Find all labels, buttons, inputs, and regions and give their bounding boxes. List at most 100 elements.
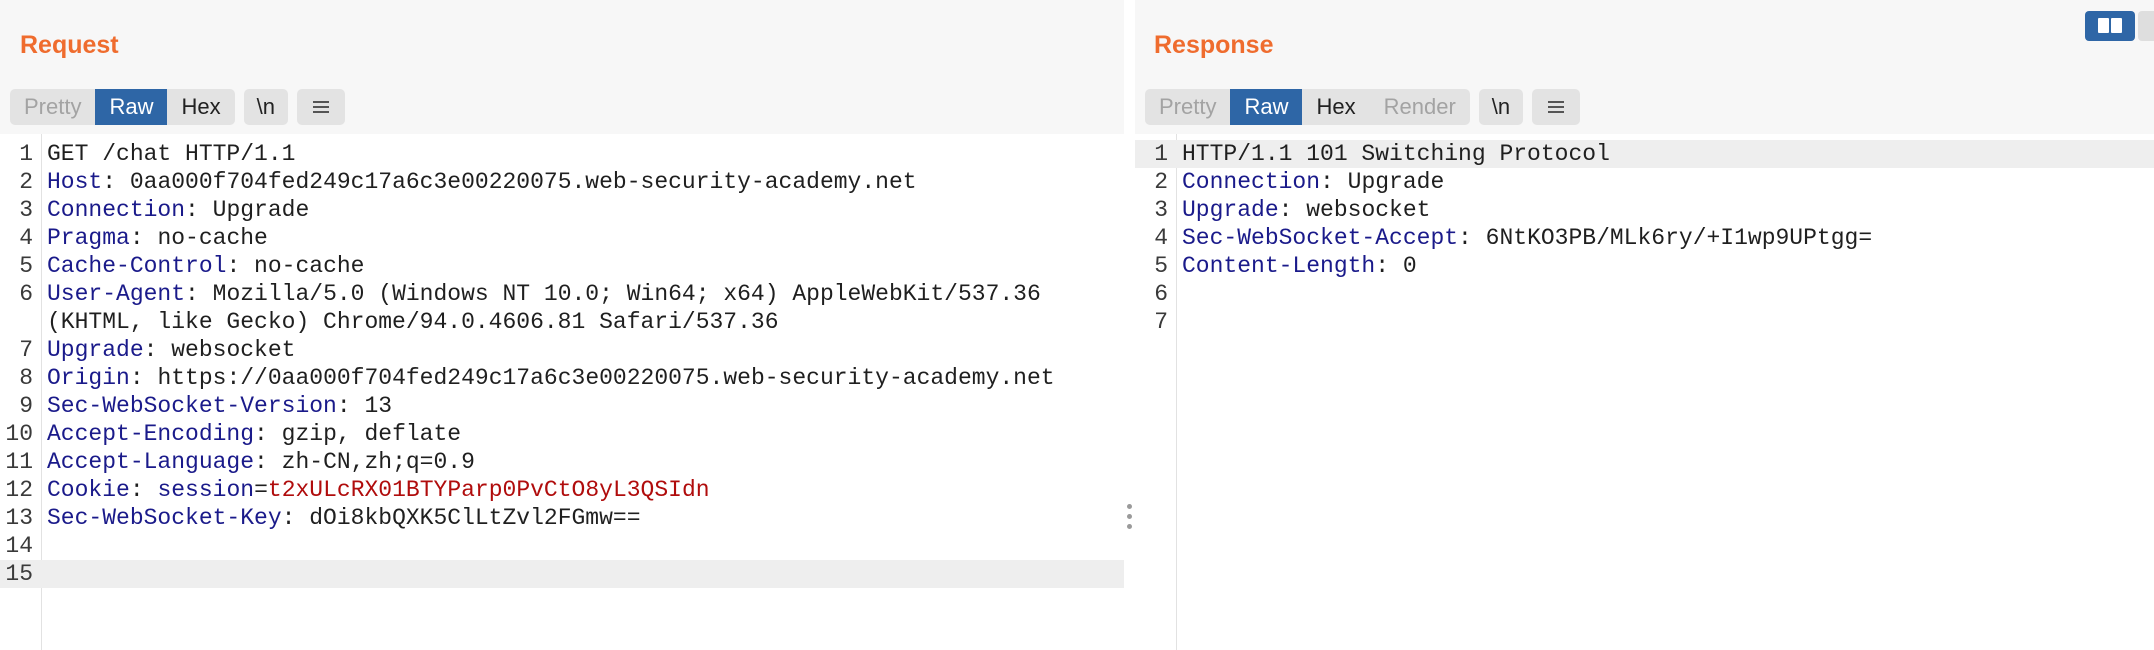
header-name: Cache-Control bbox=[47, 253, 227, 279]
tab-pretty[interactable]: Pretty bbox=[1145, 89, 1230, 125]
header-name: Accept-Encoding bbox=[47, 421, 255, 447]
line-number: 8 bbox=[19, 365, 33, 391]
tab-hex[interactable]: Hex bbox=[1302, 89, 1369, 125]
response-view-tabs: Pretty Raw Hex Render bbox=[1145, 89, 1470, 125]
header-value: 0aa000f704fed249c17a6c3e00220075.web-sec… bbox=[116, 169, 917, 195]
header-value: Upgrade bbox=[198, 197, 310, 223]
line-number: 3 bbox=[19, 197, 33, 223]
line-content: Pragma: no-cache bbox=[47, 225, 268, 251]
line-number: 13 bbox=[5, 505, 33, 531]
header-name: Sec-WebSocket-Accept bbox=[1182, 225, 1459, 251]
header-name: Connection bbox=[47, 197, 186, 223]
tab-pretty[interactable]: Pretty bbox=[10, 89, 95, 125]
code-line: 5 Content-Length: 0 bbox=[1135, 252, 2154, 280]
line-content: Sec-WebSocket-Accept: 6NtKO3PB/MLk6ry/+I… bbox=[1182, 225, 1873, 251]
code-line: 3 Upgrade: websocket bbox=[1135, 196, 2154, 224]
tab-hex[interactable]: Hex bbox=[167, 89, 234, 125]
pane-resize-handle[interactable] bbox=[1124, 502, 1135, 532]
line-content: HTTP/1.1 101 Switching Protocol bbox=[1182, 140, 1610, 168]
header-value: no-cache bbox=[143, 225, 268, 251]
line-content: Connection: Upgrade bbox=[47, 197, 310, 223]
code-line: 7 bbox=[1135, 308, 2154, 336]
cookie-value: t2xULcRX01BTYParp0PvCtO8yL3QSIdn bbox=[267, 477, 710, 503]
hamburger-menu-icon bbox=[312, 101, 329, 113]
header-value: no-cache bbox=[240, 253, 365, 279]
response-title: Response bbox=[1154, 31, 1274, 59]
cookie-name: session bbox=[157, 477, 255, 503]
header-name: Sec-WebSocket-Version bbox=[47, 393, 337, 419]
response-editor[interactable]: 1 HTTP/1.1 101 Switching Protocol 2 Connect… bbox=[1135, 134, 2154, 650]
code-line: 12 Cookie: session=t2xULcRX01BTYParp0PvCt… bbox=[0, 476, 1124, 504]
line-content: Accept-Encoding: gzip, deflate bbox=[47, 421, 462, 447]
header-name: Origin bbox=[47, 365, 130, 391]
code-line: 1 GET /chat HTTP/1.1 bbox=[0, 140, 1124, 168]
line-content: (KHTML, like Gecko) Chrome/94.0.4606.81 … bbox=[47, 308, 779, 336]
request-title: Request bbox=[20, 31, 119, 59]
newline-toggle-button[interactable]: \n bbox=[1478, 89, 1524, 125]
split-view-button[interactable] bbox=[2085, 11, 2135, 41]
line-content: Host: 0aa000f704fed249c17a6c3e00220075.w… bbox=[47, 169, 917, 195]
line-number: 4 bbox=[1154, 225, 1168, 251]
header-value: websocket bbox=[157, 337, 296, 363]
code-line: 3 Connection: Upgrade bbox=[0, 196, 1124, 224]
code-line: 11 Accept-Language: zh-CN,zh;q=0.9 bbox=[0, 448, 1124, 476]
line-number: 6 bbox=[1154, 281, 1168, 307]
header-value: https://0aa000f704fed249c17a6c3e00220075… bbox=[143, 365, 1055, 391]
code-line: 13 Sec-WebSocket-Key: dOi8kbQXK5ClLtZvl2F… bbox=[0, 504, 1124, 532]
header-value: websocket bbox=[1292, 197, 1431, 223]
request-editor[interactable]: 1 GET /chat HTTP/1.1 2 Host: 0aa000f704fed2… bbox=[0, 134, 1124, 650]
line-content: Sec-WebSocket-Key: dOi8kbQXK5ClLtZvl2FGm… bbox=[47, 505, 641, 531]
code-line: 14 bbox=[0, 532, 1124, 560]
code-line: (KHTML, like Gecko) Chrome/94.0.4606.81 … bbox=[0, 308, 1124, 336]
request-toolbar: Pretty Raw Hex \n bbox=[10, 89, 345, 125]
tab-raw[interactable]: Raw bbox=[95, 89, 168, 125]
header-name: Sec-WebSocket-Key bbox=[47, 505, 282, 531]
line-number: 9 bbox=[19, 393, 33, 419]
line-number: 15 bbox=[5, 561, 33, 587]
line-content: GET /chat HTTP/1.1 bbox=[47, 140, 295, 168]
line-text: (KHTML, like Gecko) Chrome/94.0.4606.81 … bbox=[47, 309, 779, 335]
line-content: Origin: https://0aa000f704fed249c17a6c3e… bbox=[47, 365, 1055, 391]
line-number: 5 bbox=[19, 253, 33, 279]
header-name: Host bbox=[47, 169, 103, 195]
line-number: 12 bbox=[5, 477, 33, 503]
code-line: 5 Cache-Control: no-cache bbox=[0, 252, 1124, 280]
line-content: Connection: Upgrade bbox=[1182, 169, 1445, 195]
line-content: Upgrade: websocket bbox=[1182, 197, 1431, 223]
newline-toggle-button[interactable]: \n bbox=[243, 89, 288, 125]
tab-raw[interactable]: Raw bbox=[1230, 89, 1303, 125]
response-menu-button[interactable] bbox=[1532, 89, 1581, 125]
line-number: 6 bbox=[19, 281, 33, 307]
request-header: Request Pretty Raw Hex \n bbox=[0, 0, 1124, 134]
line-number: 2 bbox=[1154, 169, 1168, 195]
line-content: Upgrade: websocket bbox=[47, 337, 296, 363]
line-text: HTTP/1.1 101 Switching Protocol bbox=[1182, 141, 1610, 167]
header-value: 13 bbox=[350, 393, 393, 419]
line-number: 14 bbox=[5, 533, 33, 559]
header-value: Upgrade bbox=[1333, 169, 1445, 195]
tab-render[interactable]: Render bbox=[1370, 89, 1470, 125]
code-line: 10 Accept-Encoding: gzip, deflate bbox=[0, 420, 1124, 448]
request-menu-button[interactable] bbox=[296, 89, 345, 125]
request-view-tabs: Pretty Raw Hex bbox=[10, 89, 235, 125]
code-line: 15 bbox=[0, 560, 1124, 588]
header-value: 6NtKO3PB/MLk6ry/+I1wp9UPtgg= bbox=[1471, 225, 1873, 251]
line-number: 11 bbox=[5, 449, 33, 475]
line-content: Accept-Language: zh-CN,zh;q=0.9 bbox=[47, 449, 475, 475]
header-value: gzip, deflate bbox=[267, 421, 462, 447]
line-number: 2 bbox=[19, 169, 33, 195]
header-name: Upgrade bbox=[47, 337, 144, 363]
response-toolbar: Pretty Raw Hex Render \n bbox=[1145, 89, 1581, 125]
line-content: Cache-Control: no-cache bbox=[47, 253, 365, 279]
stacked-view-button[interactable] bbox=[2138, 11, 2154, 41]
line-text: GET /chat HTTP/1.1 bbox=[47, 141, 296, 167]
header-name: Upgrade bbox=[1182, 197, 1279, 223]
code-line: 6 User-Agent: Mozilla/5.0 (Windows NT 10.… bbox=[0, 280, 1124, 308]
code-line: 2 Host: 0aa000f704fed249c17a6c3e00220075.… bbox=[0, 168, 1124, 196]
header-name: Connection bbox=[1182, 169, 1321, 195]
code-line: 8 Origin: https://0aa000f704fed249c17a6c3… bbox=[0, 364, 1124, 392]
header-name: Accept-Language bbox=[47, 449, 255, 475]
request-pane: Request Pretty Raw Hex \n 1 GET /chat HTT… bbox=[0, 0, 1124, 650]
response-pane: Response Pretty Raw Hex Render \n 1 HTTP/… bbox=[1135, 0, 2154, 650]
code-line: 4 Pragma: no-cache bbox=[0, 224, 1124, 252]
